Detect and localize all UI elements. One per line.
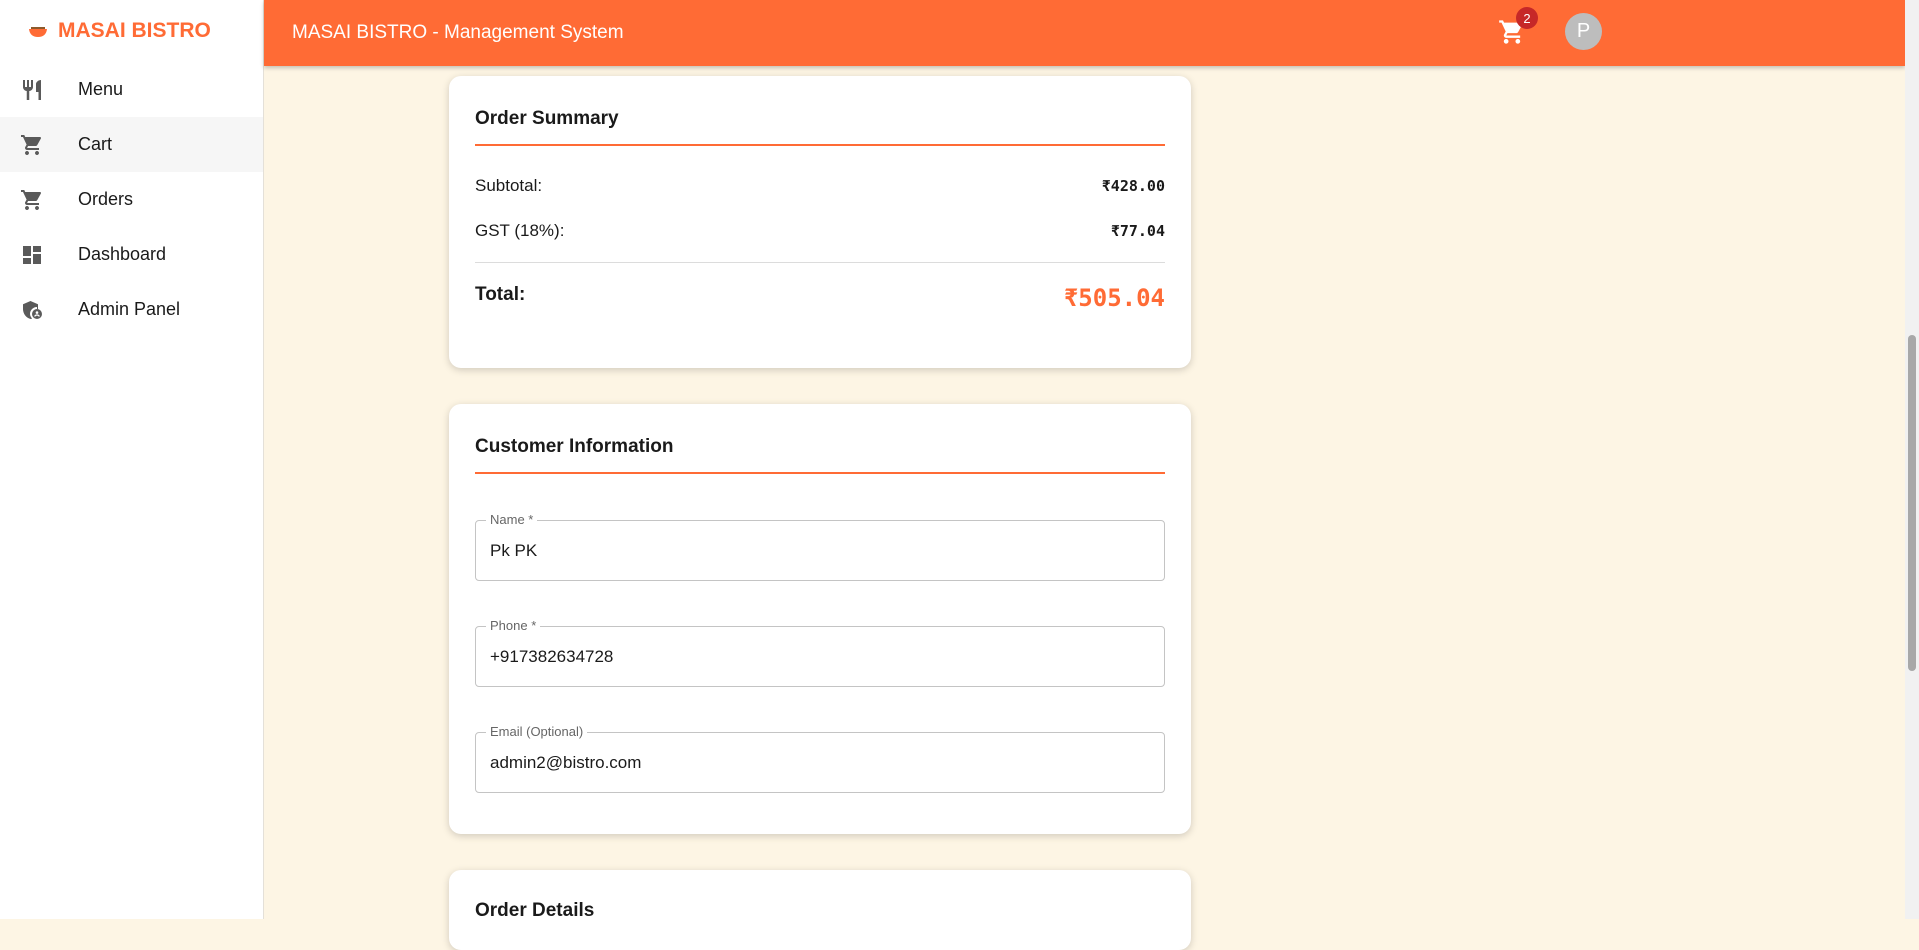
header-title: MASAI BISTRO - Management System [292, 22, 624, 43]
total-row: Total: ₹505.04 [475, 284, 1165, 312]
sidebar-item-label: Orders [78, 189, 134, 209]
name-input[interactable] [476, 521, 1164, 580]
cart-count-badge: 2 [1516, 7, 1538, 29]
subtotal-row: Subtotal: ₹428.00 [475, 176, 1165, 196]
customer-info-title: Customer Information [475, 404, 1165, 474]
brand-name: MASAI BISTRO [58, 19, 211, 42]
restaurant-icon [20, 78, 44, 102]
bowl-logo-icon [28, 24, 48, 38]
cart-icon [20, 188, 44, 212]
gst-value: ₹77.04 [1110, 222, 1165, 240]
sidebar-item-label: Menu [78, 79, 124, 99]
sidebar: MASAI BISTRO Menu Cart Orders Dashboard … [0, 0, 264, 919]
scrollbar-thumb[interactable] [1908, 335, 1916, 671]
sidebar-item-menu[interactable]: Menu [0, 62, 263, 117]
cart-icon [1498, 20, 1526, 50]
avatar[interactable]: P [1565, 13, 1602, 50]
sidebar-item-orders[interactable]: Orders [0, 172, 263, 227]
phone-input[interactable] [476, 627, 1164, 686]
order-summary-card: Order Summary Subtotal: ₹428.00 GST (18%… [449, 76, 1191, 368]
gst-label: GST (18%): [475, 221, 565, 240]
header-cart-button[interactable]: 2 [1498, 7, 1538, 50]
sidebar-item-label: Dashboard [78, 244, 167, 264]
sidebar-item-label: Cart [78, 134, 113, 154]
sidebar-item-admin-panel[interactable]: Admin Panel [0, 282, 263, 337]
sidebar-item-cart[interactable]: Cart [0, 117, 263, 172]
email-input[interactable] [476, 733, 1164, 792]
subtotal-value: ₹428.00 [1101, 177, 1165, 195]
total-value: ₹505.04 [1063, 284, 1165, 312]
customer-info-card: Customer Information Name * Phone * Emai… [449, 404, 1191, 834]
dashboard-icon [20, 243, 44, 267]
order-details-card: Order Details [449, 870, 1191, 950]
gst-row: GST (18%): ₹77.04 [475, 221, 1165, 241]
sidebar-item-label: Admin Panel [78, 299, 181, 319]
phone-field[interactable]: Phone * [475, 618, 1165, 687]
cart-icon [20, 133, 44, 157]
brand-logo[interactable]: MASAI BISTRO [0, 0, 263, 62]
subtotal-label: Subtotal: [475, 176, 543, 195]
name-field[interactable]: Name * [475, 512, 1165, 581]
order-details-title: Order Details [475, 900, 595, 921]
app-header: MASAI BISTRO - Management System [264, 0, 1905, 66]
email-field[interactable]: Email (Optional) [475, 724, 1165, 793]
sidebar-item-dashboard[interactable]: Dashboard [0, 227, 263, 282]
admin-shield-icon [20, 298, 44, 322]
total-label: Total: [475, 284, 526, 305]
page-scrollbar[interactable] [1905, 0, 1919, 919]
order-summary-title: Order Summary [475, 76, 1165, 146]
summary-divider [475, 262, 1165, 263]
